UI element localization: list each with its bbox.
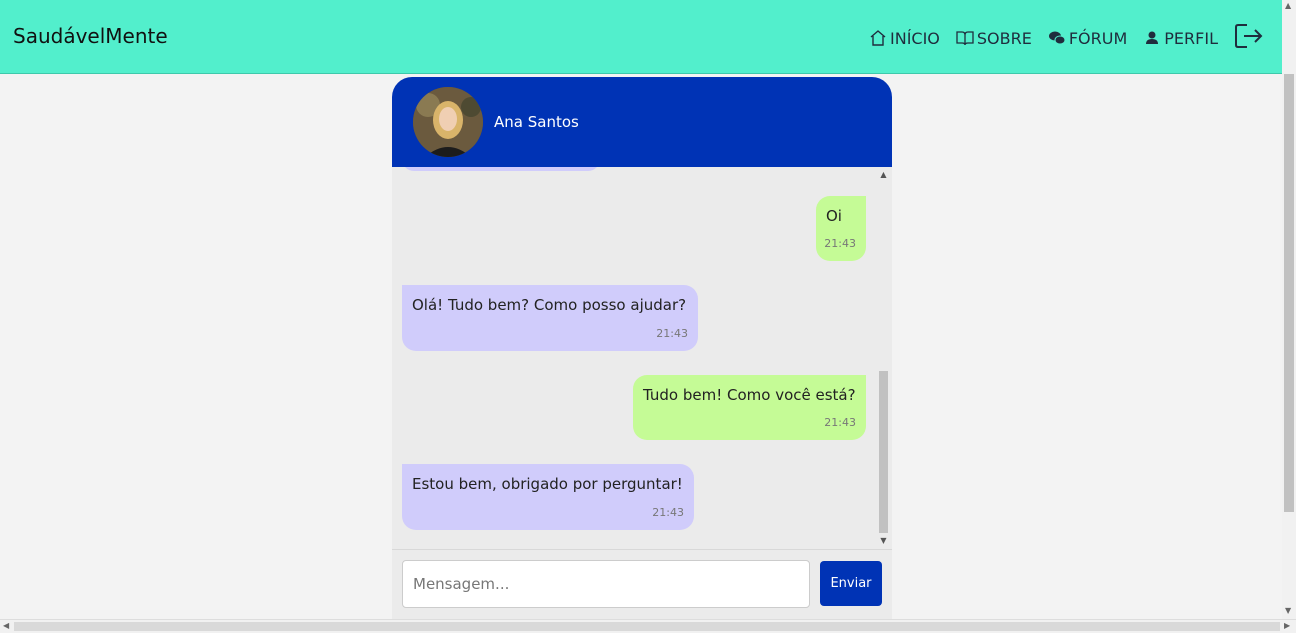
send-button[interactable]: Enviar [820,561,882,606]
nav-item-sobre[interactable]: SOBRE [956,29,1032,48]
message-time: 21:43 [656,327,688,340]
scroll-down-arrow-icon[interactable]: ▼ [1285,607,1291,615]
page-vertical-scrollbar[interactable]: ▲ ▼ [1282,0,1296,619]
logout-icon [1234,24,1264,54]
nav-item-forum[interactable]: FÓRUM [1048,29,1127,48]
logout-button[interactable] [1234,22,1264,54]
message-input[interactable] [402,560,810,608]
message-bubble-outgoing: Oi 21:43 [816,196,866,261]
message-text: Olá! Tudo bem? Como posso ajudar? [412,296,687,314]
book-icon [956,29,974,47]
page-vertical-scrollbar-thumb[interactable] [1284,74,1294,512]
message-text: Estou bem, obrigado por perguntar! [412,475,683,493]
message-bubble-incoming: Olá! Tudo bem? Como posso ajudar? 21:43 [402,285,698,351]
nav-label: INÍCIO [890,28,940,48]
message-time: 21:43 [652,506,684,519]
page-horizontal-scrollbar[interactable]: ◀ ▶ [0,619,1296,633]
message-list: Oi 21:43 Olá! Tudo bem? Como posso ajuda… [392,167,892,549]
message-text: Oi [826,207,842,225]
chat-icon [1048,29,1066,47]
nav-item-inicio[interactable]: INÍCIO [869,29,940,48]
scroll-up-arrow-icon[interactable]: ▲ [879,171,888,179]
home-icon [869,29,887,47]
nav-label: FÓRUM [1068,28,1128,48]
nav-label: PERFIL [1164,28,1218,48]
scroll-right-arrow-icon[interactable]: ▶ [1284,622,1290,630]
scroll-up-arrow-icon[interactable]: ▲ [1285,2,1291,10]
message-bubble-outgoing: Tudo bem! Como você está? 21:43 [633,375,866,440]
avatar [413,87,483,157]
chat-header: Ana Santos [392,77,892,167]
nav-label: SOBRE [976,28,1032,48]
nav-menu: INÍCIO SOBRE FÓRUM PERFIL [853,22,1264,54]
message-scrollbar-thumb[interactable] [879,371,888,533]
message-time: 21:43 [824,237,856,250]
message-bubble-partial [402,167,600,171]
scroll-left-arrow-icon[interactable]: ◀ [3,622,9,630]
navbar: SaudávelMente INÍCIO SOBRE FÓRUM PERFIL [0,0,1282,74]
nav-item-perfil[interactable]: PERFIL [1143,29,1218,48]
message-bubble-incoming: Estou bem, obrigado por perguntar! 21:43 [402,464,694,530]
chat-window: Ana Santos Oi 21:43 Olá! Tudo bem? Como … [392,77,892,633]
brand-logo[interactable]: SaudávelMente [13,24,168,48]
page-horizontal-scrollbar-thumb[interactable] [14,622,1280,631]
contact-name: Ana Santos [494,113,579,131]
user-icon [1143,29,1161,47]
scroll-down-arrow-icon[interactable]: ▼ [879,537,888,545]
message-time: 21:43 [824,416,856,429]
message-text: Tudo bem! Como você está? [643,386,856,404]
